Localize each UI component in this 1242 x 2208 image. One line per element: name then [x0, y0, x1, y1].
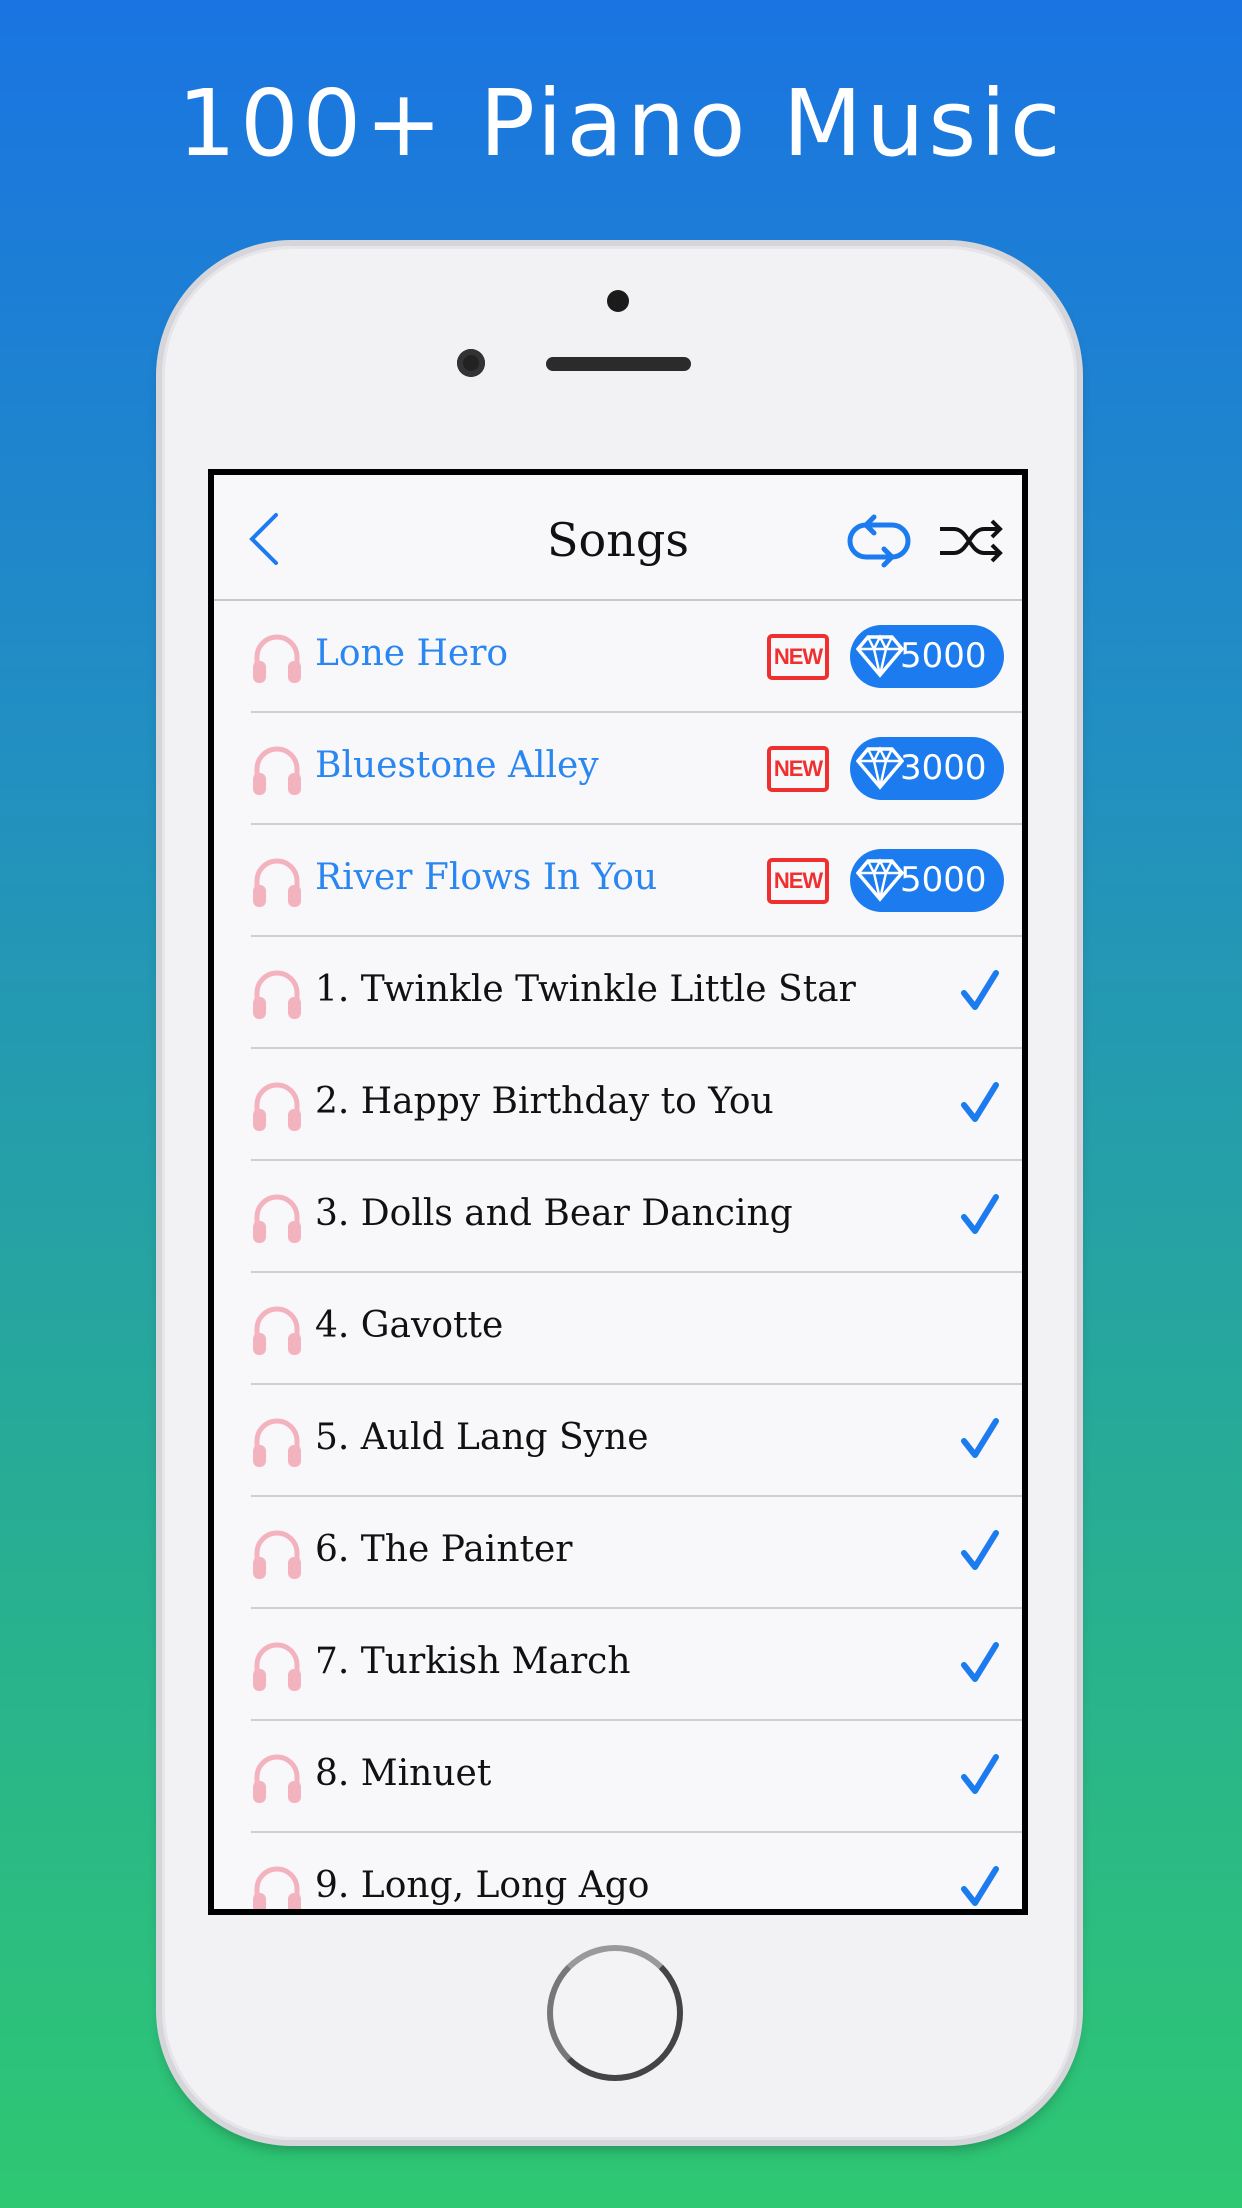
- song-row[interactable]: 2. Happy Birthday to You: [214, 1049, 1022, 1161]
- song-title: 2. Happy Birthday to You: [315, 1081, 774, 1122]
- checkmark-icon: [961, 1754, 999, 1794]
- song-title: 8. Minuet: [315, 1753, 492, 1794]
- song-title: 6. The Painter: [315, 1529, 573, 1570]
- song-row[interactable]: 9. Long, Long Ago: [214, 1833, 1022, 1909]
- headphones-icon: [253, 746, 301, 795]
- promo-headline: 100+ Piano Music: [177, 70, 1065, 177]
- checkmark-icon: [961, 1866, 999, 1906]
- front-camera: [457, 349, 485, 377]
- checkmark-icon: [961, 1418, 999, 1458]
- song-title: 5. Auld Lang Syne: [315, 1417, 649, 1458]
- shuffle-icon[interactable]: [938, 517, 1004, 565]
- song-row[interactable]: 7. Turkish March: [214, 1609, 1022, 1721]
- checkmark-icon: [961, 1082, 999, 1122]
- song-title: 1. Twinkle Twinkle Little Star: [315, 969, 856, 1010]
- diamond-icon: [856, 746, 904, 790]
- headphones-icon: [253, 1642, 301, 1691]
- song-title: Bluestone Alley: [315, 745, 599, 786]
- headphones-icon: [253, 1418, 301, 1467]
- unlock-price-button[interactable]: 3000: [850, 737, 1004, 800]
- price-value: 5000: [900, 636, 987, 676]
- new-badge: NEW: [767, 858, 829, 904]
- song-title: 4. Gavotte: [315, 1305, 504, 1346]
- headphones-icon: [253, 858, 301, 907]
- headphones-icon: [253, 634, 301, 683]
- song-title: River Flows In You: [315, 857, 658, 898]
- new-badge: NEW: [767, 746, 829, 792]
- song-row[interactable]: 1. Twinkle Twinkle Little Star: [214, 937, 1022, 1049]
- unlock-price-button[interactable]: 5000: [850, 849, 1004, 912]
- song-title: Lone Hero: [315, 633, 509, 674]
- price-value: 5000: [900, 860, 987, 900]
- proximity-sensor: [607, 290, 629, 312]
- app-screen: Songs Lone Hero NEW 5000 Bluestone Alley NEW…: [208, 469, 1028, 1915]
- earpiece-speaker: [546, 357, 691, 371]
- headphones-icon: [253, 1194, 301, 1243]
- song-title: 9. Long, Long Ago: [315, 1865, 650, 1906]
- checkmark-icon: [961, 1642, 999, 1682]
- headphones-icon: [253, 970, 301, 1019]
- song-row[interactable]: 6. The Painter: [214, 1497, 1022, 1609]
- checkmark-icon: [961, 970, 999, 1010]
- song-row[interactable]: 4. Gavotte: [214, 1273, 1022, 1385]
- checkmark-icon: [961, 1194, 999, 1234]
- headphones-icon: [253, 1306, 301, 1355]
- song-list[interactable]: Lone Hero NEW 5000 Bluestone Alley NEW 3000 Ri…: [214, 601, 1022, 1909]
- new-badge: NEW: [767, 634, 829, 680]
- song-row[interactable]: Lone Hero NEW 5000: [214, 601, 1022, 713]
- checkmark-icon: [961, 1530, 999, 1570]
- repeat-icon[interactable]: [844, 513, 914, 569]
- song-row[interactable]: Bluestone Alley NEW 3000: [214, 713, 1022, 825]
- home-button[interactable]: [547, 1945, 683, 2081]
- song-row[interactable]: River Flows In You NEW 5000: [214, 825, 1022, 937]
- diamond-icon: [856, 858, 904, 902]
- song-row[interactable]: 5. Auld Lang Syne: [214, 1385, 1022, 1497]
- headphones-icon: [253, 1082, 301, 1131]
- song-row[interactable]: 8. Minuet: [214, 1721, 1022, 1833]
- nav-bar: Songs: [214, 475, 1022, 601]
- price-value: 3000: [900, 748, 987, 788]
- song-row[interactable]: 3. Dolls and Bear Dancing: [214, 1161, 1022, 1273]
- headphones-icon: [253, 1754, 301, 1803]
- headphones-icon: [253, 1866, 301, 1909]
- song-title: 7. Turkish March: [315, 1641, 631, 1682]
- song-title: 3. Dolls and Bear Dancing: [315, 1193, 793, 1234]
- diamond-icon: [856, 634, 904, 678]
- headphones-icon: [253, 1530, 301, 1579]
- unlock-price-button[interactable]: 5000: [850, 625, 1004, 688]
